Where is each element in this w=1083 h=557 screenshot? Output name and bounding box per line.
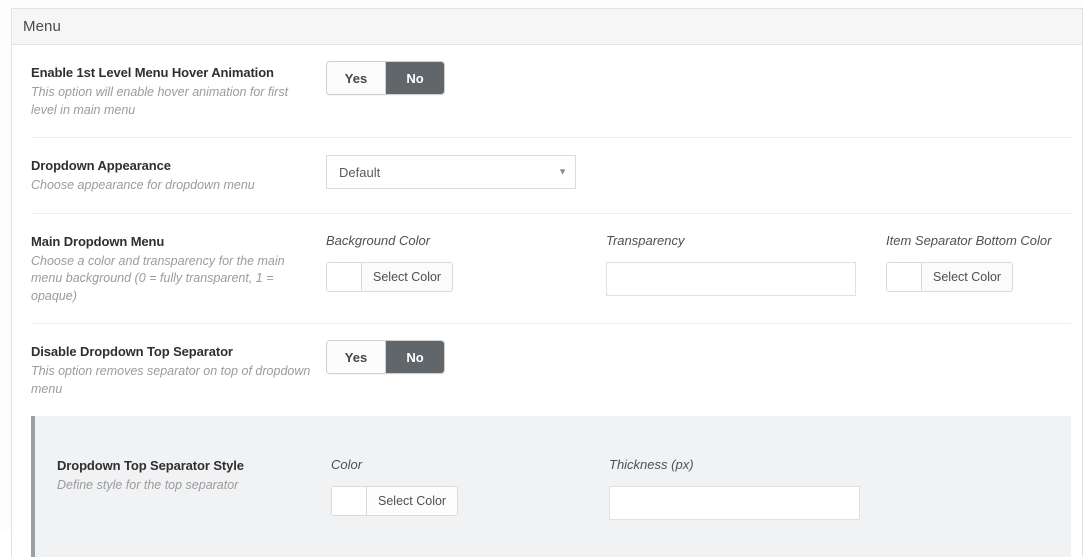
- option-description: Choose a color and transparency for the …: [31, 253, 285, 303]
- select-color-button[interactable]: Select Color: [367, 487, 458, 515]
- option-control: Default ▼: [326, 155, 1071, 189]
- toggle-option-yes[interactable]: Yes: [327, 341, 385, 373]
- option-label-group: Enable 1st Level Menu Hover Animation Th…: [31, 64, 326, 119]
- field-item-separator-bottom-color: Item Separator Bottom Color Select Color: [886, 233, 1083, 294]
- select-value: Default: [339, 164, 381, 180]
- option-title: Enable 1st Level Menu Hover Animation: [31, 65, 274, 80]
- field-separator-thickness: Thickness (px): [609, 457, 909, 520]
- menu-settings-panel: Menu Enable 1st Level Menu Hover Animati…: [11, 8, 1083, 557]
- dropdown-appearance-select-wrap: Default ▼: [326, 155, 576, 189]
- color-swatch[interactable]: [887, 262, 922, 291]
- toggle-option-no[interactable]: No: [385, 341, 444, 373]
- option-description: This option will enable hover animation …: [31, 85, 289, 117]
- option-description: Define style for the top separator: [57, 478, 239, 492]
- option-control: Yes No: [326, 340, 1071, 374]
- dropdown-top-separator-style-panel: Dropdown Top Separator Style Define styl…: [31, 416, 1071, 557]
- field-label: Background Color: [326, 232, 431, 248]
- color-swatch[interactable]: [327, 262, 362, 291]
- option-row-enable-hover-animation: Enable 1st Level Menu Hover Animation Th…: [31, 45, 1071, 138]
- field-label: Color: [331, 457, 363, 472]
- option-label-group: Main Dropdown Menu Choose a color and tr…: [31, 233, 326, 306]
- field-background-color: Background Color Select Color: [326, 233, 606, 294]
- option-title: Main Dropdown Menu: [31, 233, 165, 249]
- option-control: Color Select Color Thickness (px): [331, 457, 1071, 520]
- subpanel-wrap: Dropdown Top Separator Style Define styl…: [31, 416, 1082, 557]
- page-title: Menu: [23, 18, 61, 35]
- dropdown-appearance-select[interactable]: Default: [326, 155, 576, 189]
- panel-body: Enable 1st Level Menu Hover Animation Th…: [12, 45, 1082, 557]
- field-label: Thickness (px): [609, 457, 694, 472]
- disable-top-separator-toggle[interactable]: Yes No: [326, 340, 445, 374]
- hover-animation-toggle[interactable]: Yes No: [326, 61, 445, 95]
- option-row-disable-dropdown-top-separator: Disable Dropdown Top Separator This opti…: [31, 324, 1071, 416]
- option-label-group: Disable Dropdown Top Separator This opti…: [31, 343, 326, 398]
- option-control: Yes No: [326, 61, 1071, 95]
- thickness-input[interactable]: [609, 486, 860, 520]
- separator-color-picker[interactable]: Select Color: [331, 486, 459, 516]
- option-title: Disable Dropdown Top Separator: [31, 344, 233, 359]
- panel-header: Menu: [12, 9, 1082, 45]
- field-label: Transparency: [606, 232, 685, 248]
- field-separator-color: Color Select Color: [331, 457, 609, 518]
- option-description: Choose appearance for dropdown menu: [31, 178, 255, 192]
- option-label-group: Dropdown Top Separator Style Define styl…: [35, 457, 331, 495]
- settings-page: Menu Enable 1st Level Menu Hover Animati…: [0, 0, 1083, 557]
- select-color-button[interactable]: Select Color: [922, 262, 1013, 291]
- toggle-option-yes[interactable]: Yes: [327, 62, 385, 94]
- option-title: Dropdown Top Separator Style: [57, 458, 244, 473]
- toggle-option-no[interactable]: No: [385, 62, 444, 94]
- item-separator-color-picker[interactable]: Select Color: [886, 261, 1014, 292]
- option-description: This option removes separator on top of …: [31, 364, 311, 396]
- option-row-dropdown-appearance: Dropdown Appearance Choose appearance fo…: [31, 138, 1071, 214]
- field-transparency: Transparency: [606, 233, 886, 296]
- option-row-main-dropdown-menu: Main Dropdown Menu Choose a color and tr…: [31, 214, 1071, 324]
- select-color-button[interactable]: Select Color: [362, 262, 453, 291]
- transparency-input[interactable]: [606, 261, 856, 296]
- option-control: Background Color Select Color Transparen…: [326, 233, 1083, 296]
- field-label: Item Separator Bottom Color: [886, 232, 1052, 248]
- background-color-picker[interactable]: Select Color: [326, 261, 454, 292]
- option-title: Dropdown Appearance: [31, 158, 171, 173]
- color-swatch[interactable]: [332, 487, 367, 515]
- option-label-group: Dropdown Appearance Choose appearance fo…: [31, 157, 326, 195]
